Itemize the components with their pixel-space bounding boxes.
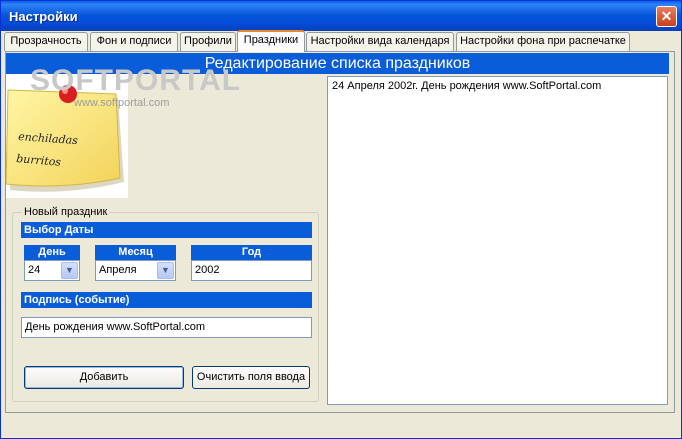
title-bar[interactable]: Настройки ✕ <box>1 1 681 31</box>
tab-print-background[interactable]: Настройки фона при распечатке <box>456 32 630 51</box>
tab-transparency[interactable]: Прозрачность <box>4 32 88 51</box>
watermark-url: www.softportal.com <box>74 97 170 109</box>
chevron-down-icon[interactable]: ▼ <box>157 262 174 279</box>
year-input[interactable]: 2002 <box>191 260 312 281</box>
holiday-list[interactable]: 24 Апреля 2002г. День рождения www.SoftP… <box>327 76 668 405</box>
month-value: Апреля <box>99 264 137 276</box>
close-button[interactable]: ✕ <box>656 6 677 27</box>
day-label: День <box>24 245 80 260</box>
tab-calendar-view[interactable]: Настройки вида календаря <box>306 32 454 51</box>
date-section-header: Выбор Даты <box>21 222 312 238</box>
list-item[interactable]: 24 Апреля 2002г. День рождения www.SoftP… <box>332 80 601 92</box>
year-value: 2002 <box>195 264 220 276</box>
tab-profiles[interactable]: Профили <box>180 32 236 51</box>
month-label: Месяц <box>95 245 176 260</box>
caption-input[interactable]: День рождения www.SoftPortal.com <box>21 317 312 338</box>
year-label: Год <box>191 245 312 260</box>
tab-holidays[interactable]: Праздники <box>237 30 305 52</box>
caption-value: День рождения www.SoftPortal.com <box>25 321 206 333</box>
close-icon: ✕ <box>660 8 673 24</box>
add-button[interactable]: Добавить <box>24 366 184 389</box>
tab-background-captions[interactable]: Фон и подписи <box>90 32 178 51</box>
day-select[interactable]: 24 ▼ <box>24 260 80 281</box>
clear-fields-button[interactable]: Очистить поля ввода <box>192 366 310 389</box>
chevron-down-icon[interactable]: ▼ <box>61 262 78 279</box>
month-select[interactable]: Апреля ▼ <box>95 260 176 281</box>
group-label: Новый праздник <box>22 206 110 218</box>
day-value: 24 <box>28 264 41 276</box>
watermark-logo: SOFTPORTAL <box>30 64 242 97</box>
caption-section-header: Подпись (событие) <box>21 292 312 308</box>
window-title: Настройки <box>9 9 78 24</box>
